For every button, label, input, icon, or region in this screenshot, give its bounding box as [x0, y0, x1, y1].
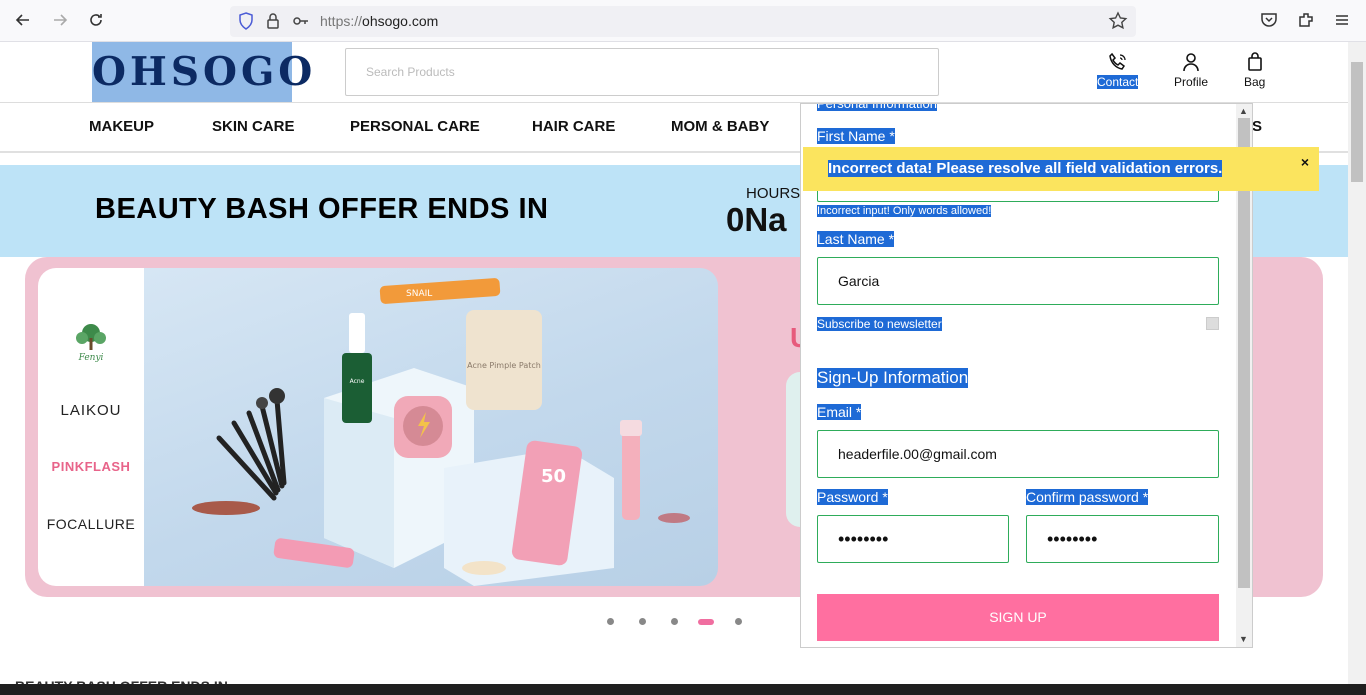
brand-focallure[interactable]: FOCALLURE	[38, 516, 144, 532]
svg-text:Fenyi: Fenyi	[78, 353, 104, 362]
profile-label: Profile	[1174, 75, 1209, 89]
fenyi-tree-logo: Fenyi	[76, 324, 106, 363]
lock-icon[interactable]	[266, 12, 280, 35]
scroll-up-icon[interactable]: ▲	[1239, 106, 1248, 116]
first-name-label: First Name *	[817, 128, 895, 144]
offer-title: BEAUTY BASH OFFER ENDS IN	[95, 193, 549, 225]
category-makeup[interactable]: MAKEUP	[89, 118, 154, 135]
bag-icon	[1247, 52, 1262, 71]
svg-text:Acne Pimple Patch: Acne Pimple Patch	[467, 361, 541, 370]
permissions-icon[interactable]	[292, 12, 310, 35]
forward-icon[interactable]	[50, 11, 70, 31]
carousel-dot-2[interactable]	[639, 618, 646, 625]
reload-icon[interactable]	[86, 11, 106, 31]
taskbar	[0, 684, 1366, 695]
url-bar[interactable]: https://ohsogo.com	[230, 6, 1136, 37]
menu-icon[interactable]	[1333, 11, 1353, 31]
brand-fenyi[interactable]: Fenyi	[38, 320, 144, 367]
browser-toolbar: https://ohsogo.com	[0, 0, 1366, 42]
brand-pinkflash[interactable]: PINKFLASH	[38, 459, 144, 474]
search-input[interactable]	[346, 49, 938, 95]
page-scrollbar[interactable]	[1348, 42, 1366, 684]
page-scrollbar-thumb[interactable]	[1351, 62, 1363, 182]
svg-text:50: 50	[541, 466, 566, 487]
carousel-dot-4-active[interactable]	[698, 619, 714, 625]
hours-label: HOURS	[746, 185, 801, 202]
phone-icon	[1108, 52, 1126, 70]
bag-label: Bag	[1244, 75, 1266, 89]
url-text: https://ohsogo.com	[320, 13, 439, 29]
contact-link[interactable]: Contact	[1097, 52, 1139, 89]
svg-text:SNAIL: SNAIL	[406, 289, 432, 299]
site-header: OHSOGO Contact Profile Bag	[0, 42, 1348, 103]
signup-button[interactable]: SIGN UP	[817, 594, 1219, 641]
category-hair-care[interactable]: HAIR CARE	[532, 118, 615, 135]
products-illustration: Acne SNAIL Acne Pimple Patch 50	[192, 278, 690, 586]
site-logo[interactable]: OHSOGO	[92, 42, 312, 102]
search-box[interactable]	[345, 48, 939, 96]
newsletter-label: Subscribe to newsletter	[817, 317, 942, 331]
shield-icon[interactable]	[238, 12, 254, 35]
close-icon[interactable]: ×	[1301, 154, 1309, 170]
category-partial[interactable]: S	[1252, 118, 1262, 135]
profile-link[interactable]: Profile	[1174, 52, 1208, 89]
newsletter-checkbox[interactable]	[1206, 317, 1219, 330]
carousel-dot-3[interactable]	[671, 618, 678, 625]
password-label: Password *	[817, 489, 888, 505]
email-label: Email *	[817, 404, 862, 420]
last-name-field[interactable]: Garcia	[817, 257, 1219, 305]
last-name-label: Last Name *	[817, 231, 895, 247]
first-name-error: Incorrect input! Only words allowed!	[817, 205, 992, 217]
validation-alert: Incorrect data! Please resolve all field…	[803, 147, 1319, 191]
brand-panel: Fenyi LAIKOU PINKFLASH FOCALLURE	[38, 268, 144, 586]
bookmark-star-icon[interactable]	[1108, 11, 1128, 36]
password-field[interactable]: ••••••••	[817, 515, 1009, 563]
profile-icon	[1183, 53, 1199, 72]
bag-link[interactable]: Bag	[1244, 52, 1265, 89]
pocket-icon[interactable]	[1260, 11, 1280, 31]
section-signup-heading: Sign-Up Information	[817, 368, 969, 388]
back-icon[interactable]	[13, 11, 33, 31]
category-skin-care[interactable]: SKIN CARE	[212, 118, 295, 135]
email-field[interactable]: headerfile.00@gmail.com	[817, 430, 1219, 478]
contact-label: Contact	[1097, 75, 1139, 89]
product-photo: Acne SNAIL Acne Pimple Patch 50	[144, 268, 718, 586]
category-personal-care[interactable]: PERSONAL CARE	[350, 118, 480, 135]
extensions-icon[interactable]	[1297, 11, 1317, 31]
confirm-password-field[interactable]: ••••••••	[1026, 515, 1219, 563]
category-mom-baby[interactable]: MOM & BABY	[671, 118, 769, 135]
brand-laikou[interactable]: LAIKOU	[38, 402, 144, 419]
confirm-password-label: Confirm password *	[1026, 489, 1149, 505]
scroll-down-icon[interactable]: ▼	[1239, 634, 1248, 644]
carousel-dot-1[interactable]	[607, 618, 614, 625]
hours-value: 0Na	[726, 201, 787, 238]
svg-text:Acne: Acne	[350, 378, 365, 385]
alert-message: Incorrect data! Please resolve all field…	[828, 160, 1223, 177]
section-personal-heading: Personal Information	[817, 104, 937, 111]
carousel-dot-5[interactable]	[735, 618, 742, 625]
